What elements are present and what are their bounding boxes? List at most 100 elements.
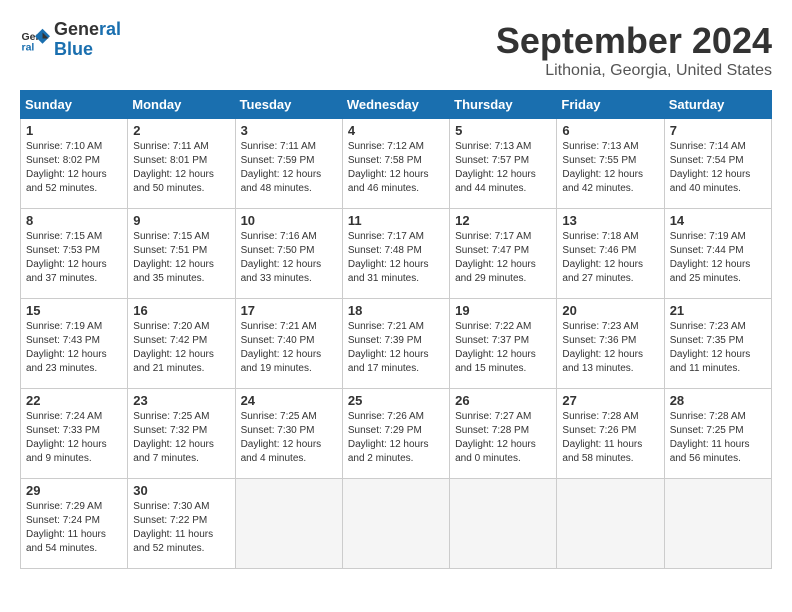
daylight-label: Daylight: 12 hours and 4 minutes. (241, 439, 322, 464)
table-row (664, 479, 771, 569)
daylight-label: Daylight: 12 hours and 29 minutes. (455, 259, 536, 284)
daylight-label: Daylight: 12 hours and 25 minutes. (670, 259, 751, 284)
table-row: 21 Sunrise: 7:23 AM Sunset: 7:35 PM Dayl… (664, 299, 771, 389)
table-row: 19 Sunrise: 7:22 AM Sunset: 7:37 PM Dayl… (450, 299, 557, 389)
calendar-row: 1 Sunrise: 7:10 AM Sunset: 8:02 PM Dayli… (21, 119, 772, 209)
logo-icon: Gene ral (20, 25, 50, 55)
sunrise-label: Sunrise: 7:14 AM (670, 141, 746, 152)
calendar-row: 15 Sunrise: 7:19 AM Sunset: 7:43 PM Dayl… (21, 299, 772, 389)
day-info: Sunrise: 7:16 AM Sunset: 7:50 PM Dayligh… (241, 230, 337, 286)
daylight-label: Daylight: 12 hours and 50 minutes. (133, 169, 214, 194)
day-info: Sunrise: 7:30 AM Sunset: 7:22 PM Dayligh… (133, 500, 229, 556)
day-number: 22 (26, 393, 122, 408)
daylight-label: Daylight: 12 hours and 27 minutes. (562, 259, 643, 284)
day-info: Sunrise: 7:20 AM Sunset: 7:42 PM Dayligh… (133, 320, 229, 376)
col-thursday: Thursday (450, 91, 557, 119)
sunset-label: Sunset: 8:01 PM (133, 155, 207, 166)
sunset-label: Sunset: 7:36 PM (562, 335, 636, 346)
day-number: 14 (670, 213, 766, 228)
day-info: Sunrise: 7:10 AM Sunset: 8:02 PM Dayligh… (26, 140, 122, 196)
sunrise-label: Sunrise: 7:13 AM (455, 141, 531, 152)
col-friday: Friday (557, 91, 664, 119)
table-row: 22 Sunrise: 7:24 AM Sunset: 7:33 PM Dayl… (21, 389, 128, 479)
table-row: 25 Sunrise: 7:26 AM Sunset: 7:29 PM Dayl… (342, 389, 449, 479)
calendar-header-row: Sunday Monday Tuesday Wednesday Thursday… (21, 91, 772, 119)
sunset-label: Sunset: 7:48 PM (348, 245, 422, 256)
daylight-label: Daylight: 12 hours and 21 minutes. (133, 349, 214, 374)
sunset-label: Sunset: 7:42 PM (133, 335, 207, 346)
day-info: Sunrise: 7:17 AM Sunset: 7:48 PM Dayligh… (348, 230, 444, 286)
sunset-label: Sunset: 7:30 PM (241, 425, 315, 436)
sunset-label: Sunset: 7:59 PM (241, 155, 315, 166)
table-row: 11 Sunrise: 7:17 AM Sunset: 7:48 PM Dayl… (342, 209, 449, 299)
sunset-label: Sunset: 7:53 PM (26, 245, 100, 256)
daylight-label: Daylight: 12 hours and 2 minutes. (348, 439, 429, 464)
daylight-label: Daylight: 12 hours and 9 minutes. (26, 439, 107, 464)
table-row: 9 Sunrise: 7:15 AM Sunset: 7:51 PM Dayli… (128, 209, 235, 299)
day-number: 9 (133, 213, 229, 228)
table-row: 29 Sunrise: 7:29 AM Sunset: 7:24 PM Dayl… (21, 479, 128, 569)
sunset-label: Sunset: 7:51 PM (133, 245, 207, 256)
daylight-label: Daylight: 12 hours and 7 minutes. (133, 439, 214, 464)
sunset-label: Sunset: 7:40 PM (241, 335, 315, 346)
day-number: 12 (455, 213, 551, 228)
col-monday: Monday (128, 91, 235, 119)
day-info: Sunrise: 7:24 AM Sunset: 7:33 PM Dayligh… (26, 410, 122, 466)
daylight-label: Daylight: 12 hours and 23 minutes. (26, 349, 107, 374)
sunrise-label: Sunrise: 7:16 AM (241, 231, 317, 242)
daylight-label: Daylight: 12 hours and 13 minutes. (562, 349, 643, 374)
day-info: Sunrise: 7:13 AM Sunset: 7:57 PM Dayligh… (455, 140, 551, 196)
day-number: 20 (562, 303, 658, 318)
table-row: 26 Sunrise: 7:27 AM Sunset: 7:28 PM Dayl… (450, 389, 557, 479)
sunset-label: Sunset: 7:22 PM (133, 515, 207, 526)
day-info: Sunrise: 7:12 AM Sunset: 7:58 PM Dayligh… (348, 140, 444, 196)
sunrise-label: Sunrise: 7:29 AM (26, 501, 102, 512)
sunrise-label: Sunrise: 7:21 AM (348, 321, 424, 332)
daylight-label: Daylight: 12 hours and 42 minutes. (562, 169, 643, 194)
daylight-label: Daylight: 11 hours and 58 minutes. (562, 439, 642, 464)
calendar-title: September 2024 (496, 20, 772, 62)
day-info: Sunrise: 7:11 AM Sunset: 8:01 PM Dayligh… (133, 140, 229, 196)
daylight-label: Daylight: 12 hours and 19 minutes. (241, 349, 322, 374)
table-row: 2 Sunrise: 7:11 AM Sunset: 8:01 PM Dayli… (128, 119, 235, 209)
day-info: Sunrise: 7:21 AM Sunset: 7:40 PM Dayligh… (241, 320, 337, 376)
day-number: 7 (670, 123, 766, 138)
day-info: Sunrise: 7:25 AM Sunset: 7:30 PM Dayligh… (241, 410, 337, 466)
sunrise-label: Sunrise: 7:26 AM (348, 411, 424, 422)
day-number: 21 (670, 303, 766, 318)
daylight-label: Daylight: 12 hours and 31 minutes. (348, 259, 429, 284)
day-number: 16 (133, 303, 229, 318)
table-row: 16 Sunrise: 7:20 AM Sunset: 7:42 PM Dayl… (128, 299, 235, 389)
table-row: 20 Sunrise: 7:23 AM Sunset: 7:36 PM Dayl… (557, 299, 664, 389)
day-number: 15 (26, 303, 122, 318)
table-row: 10 Sunrise: 7:16 AM Sunset: 7:50 PM Dayl… (235, 209, 342, 299)
daylight-label: Daylight: 12 hours and 35 minutes. (133, 259, 214, 284)
sunset-label: Sunset: 8:02 PM (26, 155, 100, 166)
table-row: 24 Sunrise: 7:25 AM Sunset: 7:30 PM Dayl… (235, 389, 342, 479)
day-number: 10 (241, 213, 337, 228)
day-number: 1 (26, 123, 122, 138)
daylight-label: Daylight: 12 hours and 46 minutes. (348, 169, 429, 194)
sunset-label: Sunset: 7:28 PM (455, 425, 529, 436)
day-number: 17 (241, 303, 337, 318)
sunrise-label: Sunrise: 7:11 AM (133, 141, 208, 152)
table-row: 7 Sunrise: 7:14 AM Sunset: 7:54 PM Dayli… (664, 119, 771, 209)
day-info: Sunrise: 7:22 AM Sunset: 7:37 PM Dayligh… (455, 320, 551, 376)
daylight-label: Daylight: 12 hours and 11 minutes. (670, 349, 751, 374)
calendar-table: Sunday Monday Tuesday Wednesday Thursday… (20, 90, 772, 569)
sunset-label: Sunset: 7:39 PM (348, 335, 422, 346)
day-info: Sunrise: 7:26 AM Sunset: 7:29 PM Dayligh… (348, 410, 444, 466)
table-row: 18 Sunrise: 7:21 AM Sunset: 7:39 PM Dayl… (342, 299, 449, 389)
day-info: Sunrise: 7:14 AM Sunset: 7:54 PM Dayligh… (670, 140, 766, 196)
sunset-label: Sunset: 7:26 PM (562, 425, 636, 436)
day-info: Sunrise: 7:15 AM Sunset: 7:53 PM Dayligh… (26, 230, 122, 286)
day-number: 27 (562, 393, 658, 408)
sunrise-label: Sunrise: 7:30 AM (133, 501, 209, 512)
daylight-label: Daylight: 12 hours and 37 minutes. (26, 259, 107, 284)
day-number: 6 (562, 123, 658, 138)
day-number: 23 (133, 393, 229, 408)
day-number: 11 (348, 213, 444, 228)
sunrise-label: Sunrise: 7:18 AM (562, 231, 638, 242)
sunset-label: Sunset: 7:35 PM (670, 335, 744, 346)
daylight-label: Daylight: 12 hours and 40 minutes. (670, 169, 751, 194)
